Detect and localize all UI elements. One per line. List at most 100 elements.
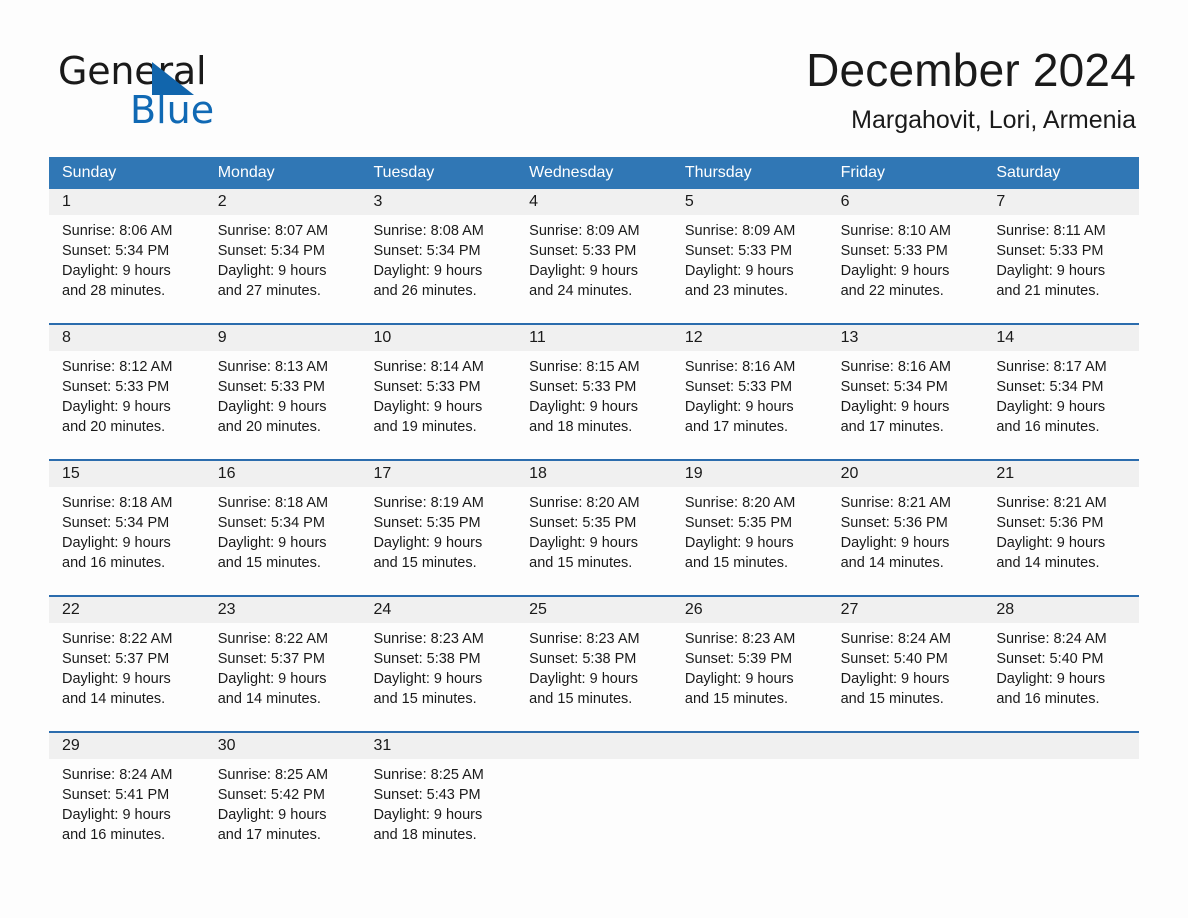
weekday-header-tuesday: Tuesday (373, 164, 435, 181)
day-number (516, 733, 672, 759)
sunrise-text: Sunrise: 8:10 AM (840, 223, 952, 239)
calendar-day-cell[interactable]: 29 Sunrise: 8:24 AM Sunset: 5:41 PM Dayligh… (49, 733, 205, 845)
daylight-text-line2: and 18 minutes. (529, 419, 633, 435)
calendar-day-cell[interactable]: 25 Sunrise: 8:23 AM Sunset: 5:38 PM Dayligh… (516, 597, 672, 709)
day-sun-info: Sunrise: 8:11 AM Sunset: 5:33 PM Daylight:… (983, 215, 1139, 301)
daylight-text-line1: Daylight: 9 hours (217, 671, 327, 687)
daylight-text-line2: and 28 minutes. (62, 283, 166, 299)
weekday-header-wednesday: Wednesday (529, 164, 614, 181)
calendar-day-cell[interactable]: 8 Sunrise: 8:12 AM Sunset: 5:33 PM Daylight… (49, 325, 205, 437)
day-number: 28 (983, 597, 1140, 623)
day-sun-info: Sunrise: 8:15 AM Sunset: 5:33 PM Daylight:… (516, 351, 672, 437)
calendar-day-cell[interactable]: 22 Sunrise: 8:22 AM Sunset: 5:37 PM Dayligh… (49, 597, 205, 709)
sunset-text: Sunset: 5:37 PM (62, 651, 170, 667)
sunset-text: Sunset: 5:33 PM (996, 243, 1104, 259)
daylight-text-line2: and 14 minutes. (217, 691, 321, 707)
sunrise-text: Sunrise: 8:08 AM (373, 223, 484, 239)
day-sun-info: Sunrise: 8:09 AM Sunset: 5:33 PM Daylight:… (516, 215, 672, 301)
day-number: 17 (360, 461, 517, 487)
sunset-text: Sunset: 5:35 PM (373, 515, 481, 531)
day-sun-info: Sunrise: 8:20 AM Sunset: 5:35 PM Daylight:… (516, 487, 672, 573)
calendar-page: General Blue December 2024 Margahovit, L… (0, 0, 1188, 918)
daylight-text-line1: Daylight: 9 hours (217, 535, 327, 551)
calendar-day-cell[interactable]: 31 Sunrise: 8:25 AM Sunset: 5:43 PM Dayligh… (360, 733, 517, 845)
day-sun-info: Sunrise: 8:12 AM Sunset: 5:33 PM Daylight:… (49, 351, 205, 437)
calendar-day-cell[interactable]: 13 Sunrise: 8:16 AM Sunset: 5:34 PM Dayligh… (827, 325, 984, 437)
day-sun-info: Sunrise: 8:23 AM Sunset: 5:38 PM Daylight:… (360, 623, 516, 709)
sunrise-text: Sunrise: 8:07 AM (217, 223, 329, 239)
day-sun-info (672, 759, 828, 765)
sunset-text: Sunset: 5:40 PM (840, 651, 948, 667)
day-sun-info: Sunrise: 8:25 AM Sunset: 5:43 PM Daylight:… (360, 759, 516, 845)
calendar-day-cell[interactable]: 9 Sunrise: 8:13 AM Sunset: 5:33 PM Daylight… (204, 325, 361, 437)
day-sun-info: Sunrise: 8:23 AM Sunset: 5:38 PM Daylight:… (516, 623, 672, 709)
calendar-day-cell[interactable]: 1 Sunrise: 8:06 AM Sunset: 5:34 PM Daylight… (49, 189, 205, 301)
calendar-day-cell[interactable]: 30 Sunrise: 8:25 AM Sunset: 5:42 PM Dayligh… (204, 733, 361, 845)
calendar-day-cell[interactable]: 10 Sunrise: 8:14 AM Sunset: 5:33 PM Dayligh… (360, 325, 517, 437)
sunrise-text: Sunrise: 8:24 AM (62, 767, 173, 783)
day-number: 15 (49, 461, 205, 487)
day-number: 12 (671, 325, 828, 351)
weekday-header-monday: Monday (217, 164, 275, 181)
sunset-text: Sunset: 5:33 PM (373, 379, 481, 395)
daylight-text-line1: Daylight: 9 hours (373, 807, 483, 823)
sunrise-text: Sunrise: 8:19 AM (373, 495, 484, 511)
calendar-day-cell[interactable]: 6 Sunrise: 8:10 AM Sunset: 5:33 PM Daylight… (827, 189, 984, 301)
calendar-day-cell[interactable]: 24 Sunrise: 8:23 AM Sunset: 5:38 PM Dayligh… (360, 597, 517, 709)
sunset-text: Sunset: 5:33 PM (840, 243, 948, 259)
calendar-day-cell[interactable]: 28 Sunrise: 8:24 AM Sunset: 5:40 PM Dayligh… (983, 597, 1140, 709)
sunrise-text: Sunrise: 8:23 AM (373, 631, 484, 647)
daylight-text-line2: and 15 minutes. (529, 691, 633, 707)
sunset-text: Sunset: 5:36 PM (840, 515, 948, 531)
daylight-text-line1: Daylight: 9 hours (529, 399, 638, 415)
daylight-text-line1: Daylight: 9 hours (62, 263, 171, 279)
daylight-text-line1: Daylight: 9 hours (840, 263, 950, 279)
day-sun-info: Sunrise: 8:09 AM Sunset: 5:33 PM Daylight:… (672, 215, 828, 301)
sunrise-text: Sunrise: 8:25 AM (373, 767, 484, 783)
sunset-text: Sunset: 5:34 PM (217, 515, 325, 531)
daylight-text-line1: Daylight: 9 hours (996, 399, 1106, 415)
calendar-day-cell[interactable]: 19 Sunrise: 8:20 AM Sunset: 5:35 PM Dayligh… (671, 461, 828, 573)
daylight-text-line2: and 21 minutes. (996, 283, 1100, 299)
daylight-text-line1: Daylight: 9 hours (373, 263, 483, 279)
calendar-day-cell[interactable]: 5 Sunrise: 8:09 AM Sunset: 5:33 PM Daylight… (671, 189, 828, 301)
sunset-text: Sunset: 5:38 PM (529, 651, 637, 667)
calendar-day-cell[interactable]: 16 Sunrise: 8:18 AM Sunset: 5:34 PM Dayligh… (204, 461, 361, 573)
sunrise-text: Sunrise: 8:21 AM (840, 495, 952, 511)
calendar-day-cell[interactable]: 11 Sunrise: 8:15 AM Sunset: 5:33 PM Dayligh… (516, 325, 672, 437)
calendar-day-cell[interactable]: 26 Sunrise: 8:23 AM Sunset: 5:39 PM Dayligh… (671, 597, 828, 709)
day-number (983, 733, 1140, 759)
calendar-day-cell[interactable]: 2 Sunrise: 8:07 AM Sunset: 5:34 PM Daylight… (204, 189, 361, 301)
calendar-day-cell[interactable]: 23 Sunrise: 8:22 AM Sunset: 5:37 PM Dayligh… (204, 597, 361, 709)
calendar-day-cell[interactable]: 21 Sunrise: 8:21 AM Sunset: 5:36 PM Dayligh… (983, 461, 1140, 573)
calendar-day-cell[interactable]: 14 Sunrise: 8:17 AM Sunset: 5:34 PM Dayligh… (983, 325, 1140, 437)
day-number: 4 (516, 189, 672, 215)
sunset-text: Sunset: 5:33 PM (684, 243, 793, 259)
calendar-day-cell[interactable]: 27 Sunrise: 8:24 AM Sunset: 5:40 PM Dayligh… (827, 597, 984, 709)
generalblue-logo[interactable]: General Blue (58, 52, 358, 142)
calendar-day-cell[interactable]: 15 Sunrise: 8:18 AM Sunset: 5:34 PM Dayligh… (49, 461, 205, 573)
calendar-day-cell[interactable]: 17 Sunrise: 8:19 AM Sunset: 5:35 PM Dayligh… (360, 461, 517, 573)
day-number: 31 (360, 733, 517, 759)
day-number: 16 (204, 461, 361, 487)
sunrise-text: Sunrise: 8:22 AM (62, 631, 173, 647)
calendar-day-cell[interactable]: 7 Sunrise: 8:11 AM Sunset: 5:33 PM Daylight… (983, 189, 1140, 301)
sunset-text: Sunset: 5:42 PM (217, 787, 325, 803)
calendar-day-cell-empty (516, 733, 672, 845)
day-number: 29 (49, 733, 205, 759)
sunset-text: Sunset: 5:33 PM (62, 379, 170, 395)
calendar-day-cell[interactable]: 18 Sunrise: 8:20 AM Sunset: 5:35 PM Dayligh… (516, 461, 672, 573)
daylight-text-line2: and 15 minutes. (840, 691, 944, 707)
calendar-day-cell[interactable]: 12 Sunrise: 8:16 AM Sunset: 5:33 PM Dayligh… (671, 325, 828, 437)
daylight-text-line1: Daylight: 9 hours (840, 535, 950, 551)
calendar-day-cell[interactable]: 4 Sunrise: 8:09 AM Sunset: 5:33 PM Daylight… (516, 189, 672, 301)
sunset-text: Sunset: 5:38 PM (373, 651, 481, 667)
weekday-header-saturday: Saturday (996, 164, 1061, 181)
day-sun-info (516, 759, 672, 765)
sunrise-text: Sunrise: 8:09 AM (529, 223, 640, 239)
calendar-day-cell[interactable]: 3 Sunrise: 8:08 AM Sunset: 5:34 PM Daylight… (360, 189, 517, 301)
day-number (827, 733, 984, 759)
day-sun-info: Sunrise: 8:23 AM Sunset: 5:39 PM Daylight:… (672, 623, 828, 709)
day-sun-info: Sunrise: 8:16 AM Sunset: 5:33 PM Daylight:… (672, 351, 828, 437)
calendar-day-cell[interactable]: 20 Sunrise: 8:21 AM Sunset: 5:36 PM Dayligh… (827, 461, 984, 573)
